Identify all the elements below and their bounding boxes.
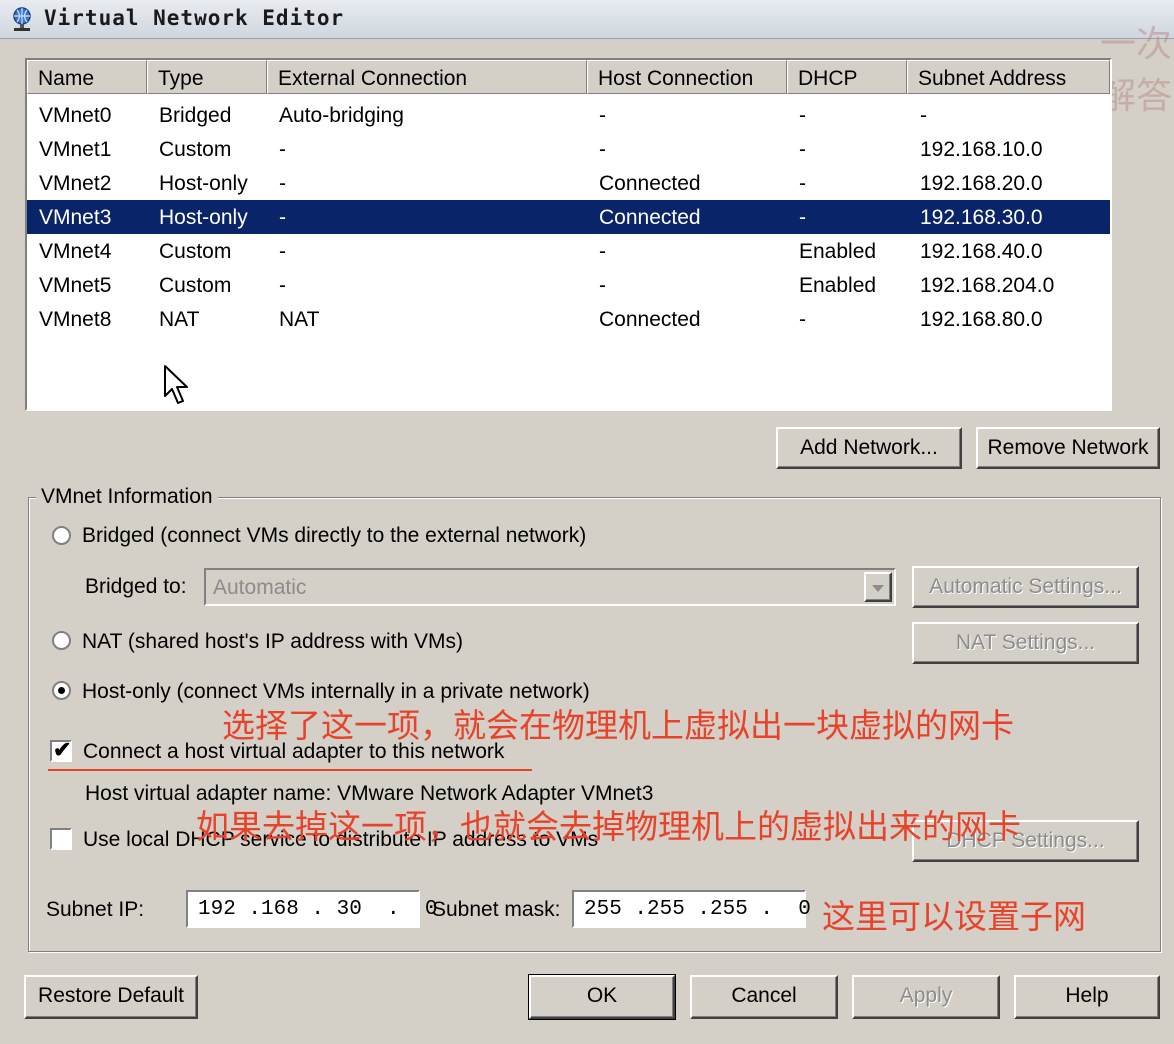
cell-subnet: 192.168.80.0 — [920, 308, 1043, 331]
cell-dhcp: - — [799, 104, 806, 127]
cell-name: VMnet1 — [39, 138, 112, 161]
network-list[interactable]: Name Type External Connection Host Conne… — [25, 58, 1112, 411]
cell-type: Bridged — [159, 104, 232, 127]
automatic-settings-button[interactable]: Automatic Settings... — [912, 566, 1139, 608]
table-row[interactable]: VMnet0 Bridged Auto-bridging - - - — [27, 98, 1110, 132]
network-globe-icon — [13, 7, 31, 31]
cell-name: VMnet2 — [39, 172, 112, 195]
chevron-down-icon[interactable] — [864, 572, 892, 602]
cell-name: VMnet0 — [39, 104, 112, 127]
cell-type: Custom — [159, 138, 232, 161]
mouse-cursor-icon — [164, 365, 188, 404]
cell-type: Custom — [159, 240, 232, 263]
subnet-mask-label: Subnet mask: — [432, 898, 561, 921]
cell-host: Connected — [599, 172, 701, 195]
dhcp-checkbox[interactable] — [50, 828, 72, 850]
subnet-mask-field[interactable]: 255 .255 .255 . 0 — [572, 890, 811, 928]
bridged-to-label: Bridged to: — [85, 575, 187, 598]
bridged-radio[interactable] — [52, 526, 71, 545]
cell-external: - — [279, 206, 286, 229]
column-header-dhcp[interactable]: DHCP — [787, 60, 907, 94]
column-header-type[interactable]: Type — [147, 60, 267, 94]
column-header-name[interactable]: Name — [27, 60, 147, 94]
cell-dhcp: Enabled — [799, 274, 877, 297]
cell-external: NAT — [279, 308, 320, 331]
annotation-note-2: 如果去掉这一项，也就会去掉物理机上的虚拟出来的网卡 — [196, 808, 1021, 845]
cell-external: - — [279, 172, 286, 195]
annotation-note-1: 选择了这一项，就会在物理机上虚拟出一块虚拟的网卡 — [222, 707, 1014, 744]
cell-external: - — [279, 138, 286, 161]
cell-dhcp: - — [799, 206, 806, 229]
apply-button[interactable]: Apply — [852, 975, 1000, 1019]
cell-subnet: 192.168.204.0 — [920, 274, 1055, 297]
cell-name: VMnet3 — [39, 206, 112, 229]
cell-dhcp: - — [799, 172, 806, 195]
annotation-note-3: 这里可以设置子网 — [822, 898, 1086, 935]
subnet-ip-field[interactable]: 192 .168 . 30 . 0 — [186, 890, 437, 928]
table-row[interactable]: VMnet1 Custom - - - 192.168.10.0 — [27, 132, 1110, 166]
cell-host: Connected — [599, 308, 701, 331]
cell-name: VMnet5 — [39, 274, 112, 297]
cell-type: Custom — [159, 274, 232, 297]
cell-host: - — [599, 274, 606, 297]
cell-external: - — [279, 240, 286, 263]
table-row[interactable]: VMnet2 Host-only - Connected - 192.168.2… — [27, 166, 1110, 200]
cell-subnet: 192.168.30.0 — [920, 206, 1043, 229]
add-network-button[interactable]: Add Network... — [776, 427, 962, 469]
cell-name: VMnet8 — [39, 308, 112, 331]
cell-external: - — [279, 274, 286, 297]
column-header-external[interactable]: External Connection — [267, 60, 587, 94]
host-only-radio[interactable] — [52, 681, 71, 700]
cell-external: Auto-bridging — [279, 104, 404, 127]
cell-subnet: 192.168.40.0 — [920, 240, 1043, 263]
connect-adapter-checkbox[interactable]: ✔ — [50, 737, 72, 762]
cell-type: Host-only — [159, 172, 248, 195]
help-button[interactable]: Help — [1014, 975, 1160, 1019]
annotation-underline — [48, 769, 532, 771]
column-header-host[interactable]: Host Connection — [587, 60, 787, 94]
cell-subnet: - — [920, 104, 927, 127]
nat-radio[interactable] — [52, 631, 71, 650]
nat-settings-button[interactable]: NAT Settings... — [912, 622, 1139, 664]
group-label: VMnet Information — [36, 485, 218, 509]
cell-host: - — [599, 104, 606, 127]
remove-network-button[interactable]: Remove Network — [976, 427, 1160, 469]
title-bar[interactable]: Virtual Network Editor — [0, 0, 1174, 39]
table-row[interactable]: VMnet4 Custom - - Enabled 192.168.40.0 — [27, 234, 1110, 268]
bridged-to-value: Automatic — [213, 576, 307, 599]
table-row[interactable]: VMnet8 NAT NAT Connected - 192.168.80.0 — [27, 302, 1110, 336]
cell-dhcp: - — [799, 138, 806, 161]
cell-type: Host-only — [159, 206, 248, 229]
cell-dhcp: - — [799, 308, 806, 331]
table-row-selected[interactable]: VMnet3 Host-only - Connected - 192.168.3… — [27, 200, 1110, 234]
nat-label[interactable]: NAT (shared host's IP address with VMs) — [82, 630, 463, 654]
cell-host: - — [599, 138, 606, 161]
subnet-ip-label: Subnet IP: — [46, 898, 145, 921]
checkmark-icon: ✔ — [53, 737, 72, 762]
bridged-label[interactable]: Bridged (connect VMs directly to the ext… — [82, 524, 586, 548]
cell-subnet: 192.168.10.0 — [920, 138, 1043, 161]
cell-subnet: 192.168.20.0 — [920, 172, 1043, 195]
restore-default-button[interactable]: Restore Default — [24, 975, 198, 1019]
column-header-subnet[interactable]: Subnet Address — [907, 60, 1110, 94]
cancel-button[interactable]: Cancel — [690, 975, 838, 1019]
ok-button[interactable]: OK — [528, 974, 676, 1020]
cell-type: NAT — [159, 308, 200, 331]
cell-host: - — [599, 240, 606, 263]
window-title: Virtual Network Editor — [44, 6, 345, 30]
bridged-to-select[interactable]: Automatic — [204, 568, 896, 606]
table-row[interactable]: VMnet5 Custom - - Enabled 192.168.204.0 — [27, 268, 1110, 302]
cell-dhcp: Enabled — [799, 240, 877, 263]
cell-name: VMnet4 — [39, 240, 112, 263]
cell-host: Connected — [599, 206, 701, 229]
